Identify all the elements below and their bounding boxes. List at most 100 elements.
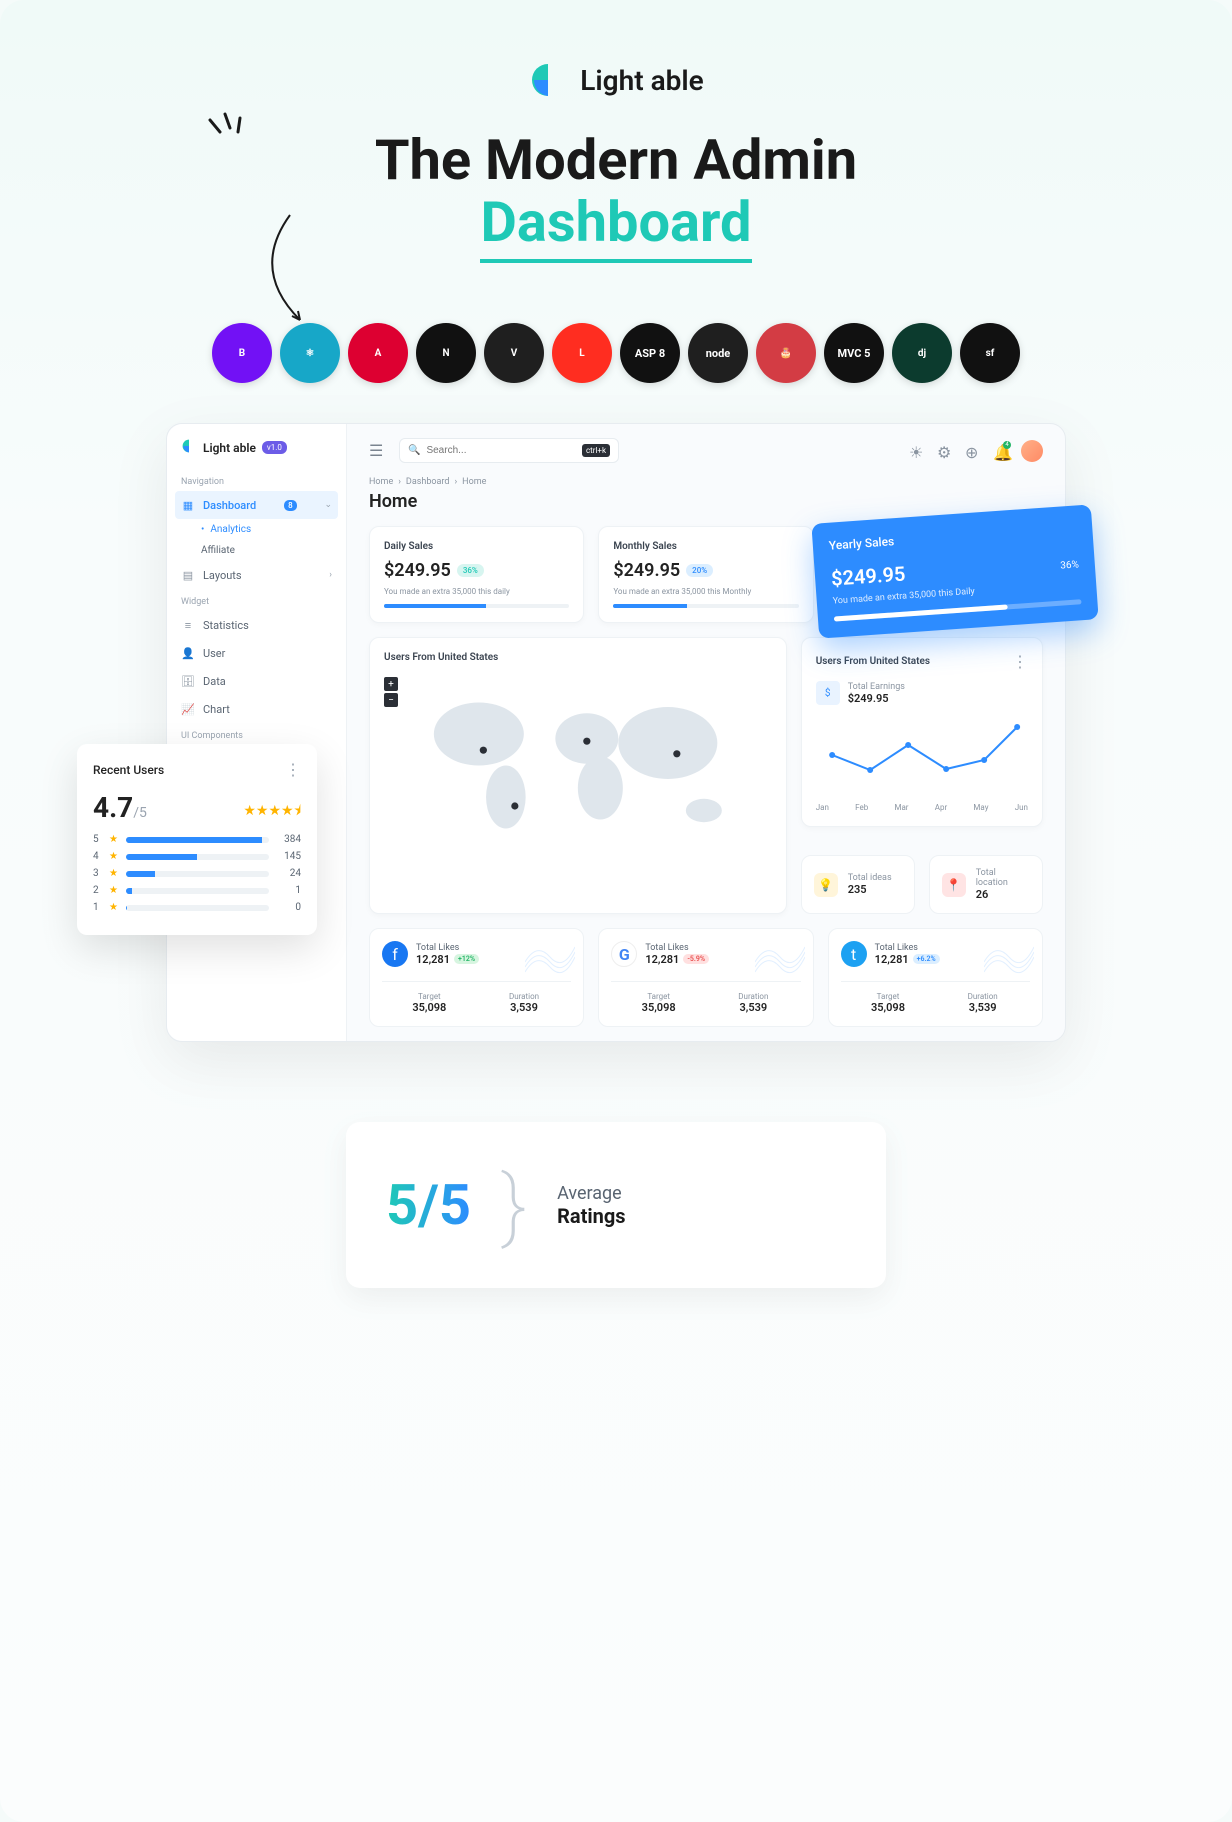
recent-users-card: Recent Users ⋮ 4.7/5 ★★★★⯨ 5★3844★1453★2… [77,744,317,935]
social-card-facebook: f Total Likes 12,281+12% Target35,098 Du… [369,928,584,1027]
earnings-icon: $ [816,681,840,705]
rating-number: 5 [93,834,101,845]
star-icon: ★ [109,834,118,845]
sidebar-brand: Light able v1.0 [167,438,346,469]
tech-badge-mvc[interactable]: MVC 5 [824,323,884,383]
wave-decoration-icon [755,937,805,977]
card-title: Monthly Sales [613,541,798,552]
social-pct: -5.9% [683,954,709,964]
social-label: Total Likes [875,943,940,953]
layout-icon: ▤ [181,568,195,582]
earnings-value: $249.95 [848,692,905,705]
mini-stat-value: 235 [848,883,892,896]
tech-badge-vue[interactable]: V [484,323,544,383]
rating-count: 145 [277,851,301,862]
daily-note: You made an extra 35,000 this daily [384,587,569,596]
mini-stat-label: Total ideas [848,873,892,883]
tech-badge-react[interactable]: ⚛ [280,323,340,383]
search-box[interactable]: 🔍 ctrl+k [399,438,619,463]
brand-logo-icon [528,60,568,100]
earnings-title: Users From United States [816,656,930,667]
target-value: 35,098 [611,1001,706,1014]
sidebar-item-label: Chart [203,703,230,716]
breadcrumb-item[interactable]: Home [462,477,486,487]
count-badge: 8 [284,500,297,511]
sidebar-version-badge: v1.0 [262,441,287,454]
star-icon: ★ [109,902,118,913]
social-label: Total Likes [645,943,709,953]
tech-badge-next[interactable]: N [416,323,476,383]
notif-count: 4 [1003,441,1011,449]
sidebar-item-dashboard[interactable]: ▦Dashboard8⌄ [175,491,338,519]
breadcrumb-item[interactable]: Home [369,477,393,487]
sidebar-item-layouts[interactable]: ▤Layouts› [167,561,346,589]
search-input[interactable] [426,445,575,456]
brand-name: Light able [580,64,703,97]
sidebar-subitem-affiliate[interactable]: Affiliate [167,540,346,561]
sidebar: Light able v1.0 Navigation▦Dashboard8⌄An… [167,424,347,1041]
topbar-actions: ☀ ⚙ ⊕ 🔔4 [909,440,1043,462]
more-icon[interactable]: ⋮ [285,760,301,779]
sidebar-brand-name: Light able [203,441,256,455]
chevron-down-icon: ⌄ [324,500,332,510]
social-pct: +12% [454,954,479,964]
monthly-value: $249.95 [613,560,680,581]
zoom-out-button[interactable]: − [384,693,398,707]
star-icon: ★ [109,868,118,879]
hamburger-icon[interactable]: ☰ [369,441,389,460]
tech-badge-cakephp[interactable]: 🎂 [756,323,816,383]
monthly-sales-card: Monthly Sales $249.9520% You made an ext… [598,526,813,623]
monthly-pct: 20% [686,564,713,577]
recent-users-title: Recent Users [93,763,164,777]
map-title: Users From United States [384,652,772,663]
sidebar-item-data[interactable]: 🗄Data [167,667,346,695]
bar-icon: ≡ [181,618,195,632]
tech-badge-node[interactable]: node [688,323,748,383]
duration-value: 3,539 [706,1001,801,1014]
axis-label: Mar [894,803,908,812]
rating-bar-row: 1★0 [93,902,301,913]
rating-bar-row: 4★145 [93,851,301,862]
sidebar-item-statistics[interactable]: ≡Statistics [167,611,346,639]
zoom-in-button[interactable]: + [384,677,398,691]
tech-badge-laravel[interactable]: L [552,323,612,383]
daily-progress [384,604,569,608]
yearly-pct: 36% [1060,560,1079,572]
sidebar-item-label: Layouts [203,569,242,582]
rating-bar [126,871,269,877]
breadcrumb-item[interactable]: Dashboard [406,477,450,487]
sidebar-subitem-analytics[interactable]: Analytics [167,519,346,540]
sidebar-logo-icon [181,438,197,457]
social-card-google: G Total Likes 12,281-5.9% Target35,098 D… [598,928,813,1027]
axis-label: Apr [935,803,947,812]
rating-number: 3 [93,868,101,879]
hero-line1: The Modern Admin [375,127,857,193]
target-label: Target [382,992,477,1001]
tech-row: B⚛ANVLASP 8node🎂MVC 5djsf [0,323,1232,383]
axis-label: Jan [816,803,829,812]
bell-icon[interactable]: 🔔4 [993,443,1009,459]
avatar[interactable] [1021,440,1043,462]
sun-icon[interactable]: ☀ [909,443,925,459]
tech-badge-django[interactable]: dj [892,323,952,383]
rating-bar-row: 3★24 [93,868,301,879]
tech-badge-asp[interactable]: ASP 8 [620,323,680,383]
duration-value: 3,539 [935,1001,1030,1014]
google-icon: G [611,941,637,967]
mini-stat-icon: 📍 [942,873,966,897]
settings-icon[interactable]: ⚙ [937,443,953,459]
arrow-doodle-icon [260,210,340,330]
grid-icon: ▦ [181,498,195,512]
tech-badge-bootstrap[interactable]: B [212,323,272,383]
sidebar-item-user[interactable]: 👤User [167,639,346,667]
facebook-icon: f [382,941,408,967]
brand-row: Light able [0,60,1232,100]
sidebar-item-chart[interactable]: 📈Chart [167,695,346,723]
more-icon[interactable]: ⋮ [1012,652,1028,671]
mini-stat-value: 26 [976,888,1030,901]
tech-badge-angular[interactable]: A [348,323,408,383]
social-value: 12,281 [645,953,679,966]
target-value: 35,098 [841,1001,936,1014]
gear-icon[interactable]: ⊕ [965,443,981,459]
tech-badge-symfony[interactable]: sf [960,323,1020,383]
